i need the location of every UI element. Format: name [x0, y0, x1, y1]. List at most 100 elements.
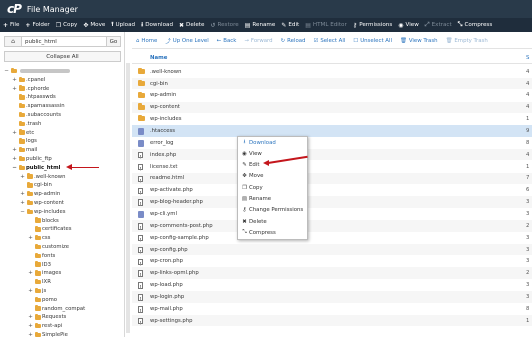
- file-row[interactable]: error_log 8: [132, 137, 532, 149]
- tree-item-fonts[interactable]: fonts: [28, 252, 55, 260]
- file-row[interactable]: .well-known 4: [132, 66, 532, 78]
- tree-item-trash[interactable]: .trash: [12, 120, 41, 128]
- tree-item-spamassassin[interactable]: .spamassassin: [12, 102, 65, 110]
- tree-item-cpanel[interactable]: + .cpanel: [12, 76, 45, 84]
- expander-icon[interactable]: +: [28, 314, 33, 320]
- column-header-size[interactable]: S: [526, 55, 529, 61]
- file-row[interactable]: wp-links-opml.php 2: [132, 267, 532, 279]
- toolbar-copy-button[interactable]: ❐ Copy: [53, 22, 81, 29]
- tree-item-wp-admin[interactable]: + wp-admin: [20, 190, 60, 198]
- toolbar-delete-button[interactable]: ✖ Delete: [176, 22, 207, 29]
- expander-icon[interactable]: +: [28, 332, 33, 337]
- nav-view-trash-button[interactable]: 🗑 View Trash: [396, 38, 442, 44]
- tree-item-htpasswds[interactable]: .htpasswds: [12, 93, 56, 101]
- tree-item-public-ftp[interactable]: + public_ftp: [12, 155, 52, 163]
- file-row[interactable]: wp-admin 4: [132, 90, 532, 102]
- file-row[interactable]: wp-cron.php 3: [132, 256, 532, 268]
- tree-item-wp-includes[interactable]: − wp-includes: [20, 208, 66, 216]
- path-input[interactable]: [22, 36, 107, 47]
- expander-icon[interactable]: −: [4, 68, 9, 74]
- nav-back-button[interactable]: ← Back: [213, 38, 241, 44]
- file-row[interactable]: wp-load.php 3: [132, 279, 532, 291]
- toolbar-html-editor-button[interactable]: ▤ HTML Editor: [302, 22, 350, 29]
- toolbar-move-button[interactable]: ✥ Move: [80, 22, 108, 29]
- file-row[interactable]: index.php 4: [132, 148, 532, 161]
- toolbar-permissions-button[interactable]: ⚷ Permissions: [350, 22, 396, 29]
- tree-item-images[interactable]: + images: [28, 269, 61, 277]
- toolbar-view-button[interactable]: ◉ View: [395, 22, 422, 29]
- tree-item-id3[interactable]: ID3: [28, 261, 51, 269]
- nav-home-button[interactable]: ⌂ Home: [132, 38, 161, 44]
- toolbar-file-button[interactable]: + File: [0, 22, 22, 29]
- tree-item-home[interactable]: −: [4, 67, 70, 75]
- file-row[interactable]: readme.html 7: [132, 172, 532, 185]
- tree-item-subaccounts[interactable]: .subaccounts: [12, 111, 61, 119]
- go-button[interactable]: Go: [107, 36, 121, 47]
- context-menu-copy[interactable]: ❐ Copy: [242, 183, 263, 192]
- expander-icon[interactable]: −: [12, 165, 17, 171]
- nav-up-one-level-button[interactable]: ⤴ Up One Level: [161, 37, 212, 45]
- left-panel-scrollbar[interactable]: [126, 63, 130, 333]
- tree-item-certificates[interactable]: certificates: [28, 225, 72, 233]
- context-menu-view[interactable]: ◉ View: [242, 149, 262, 158]
- context-menu-change-permissions[interactable]: ⚷ Change Permissions: [242, 206, 304, 215]
- tree-item-well-known[interactable]: + .well-known: [20, 173, 65, 181]
- tree-item-simplepie[interactable]: + SimplePie: [28, 331, 68, 337]
- nav-empty-trash-button[interactable]: 🗑 Empty Trash: [442, 38, 492, 44]
- collapse-all-button[interactable]: Collapse All: [4, 51, 121, 62]
- toolbar-restore-button[interactable]: ↺ Restore: [207, 22, 241, 29]
- file-row[interactable]: wp-config-sample.php 3: [132, 232, 532, 244]
- tree-item-css[interactable]: + css: [28, 234, 50, 242]
- file-row[interactable]: wp-settings.php 1: [132, 314, 532, 327]
- tree-item-customize[interactable]: customize: [28, 243, 69, 251]
- toolbar-extract-button[interactable]: ⤢ Extract: [422, 21, 455, 29]
- tree-item-random-compat[interactable]: random_compat: [28, 305, 85, 313]
- expander-icon[interactable]: +: [28, 235, 33, 241]
- toolbar-rename-button[interactable]: ▤ Rename: [242, 22, 279, 29]
- expander-icon[interactable]: +: [28, 270, 33, 276]
- file-row[interactable]: wp-includes 1: [132, 113, 532, 125]
- context-menu-delete[interactable]: ✖ Delete: [242, 217, 266, 226]
- expander-icon[interactable]: +: [12, 147, 17, 153]
- expander-icon[interactable]: −: [20, 209, 25, 215]
- file-row[interactable]: wp-content 4: [132, 101, 532, 114]
- tree-item-wp-content[interactable]: + wp-content: [20, 199, 64, 207]
- file-row[interactable]: wp-cli.yml 3: [132, 208, 532, 220]
- context-menu-move[interactable]: ✥ Move: [242, 172, 263, 181]
- file-row[interactable]: wp-mail.php 8: [132, 303, 532, 315]
- expander-icon[interactable]: +: [12, 77, 17, 83]
- column-header-name[interactable]: Name: [150, 55, 167, 61]
- context-menu-download[interactable]: ⭳ Download: [242, 138, 276, 147]
- expander-icon[interactable]: +: [28, 288, 33, 294]
- toolbar-edit-button[interactable]: ✎ Edit: [278, 22, 302, 29]
- nav-unselect-all-button[interactable]: ☐ Unselect All: [349, 38, 396, 44]
- file-row[interactable]: license.txt 1: [132, 161, 532, 173]
- context-menu-edit[interactable]: ✎ Edit: [242, 161, 259, 170]
- file-row[interactable]: .htaccess 9: [132, 125, 532, 137]
- file-row[interactable]: wp-comments-post.php 2: [132, 220, 532, 232]
- toolbar-compress-button[interactable]: ⤡ Compress: [455, 21, 496, 29]
- tree-item-rest-api[interactable]: + rest-api: [28, 322, 62, 330]
- tree-item-blocks[interactable]: blocks: [28, 217, 59, 225]
- tree-item-logs[interactable]: logs: [12, 137, 37, 145]
- nav-forward-button[interactable]: → Forward: [240, 38, 276, 44]
- file-row[interactable]: wp-activate.php 6: [132, 185, 532, 197]
- expander-icon[interactable]: +: [20, 191, 25, 197]
- tree-item-pomo[interactable]: pomo: [28, 296, 57, 304]
- tree-item-ixr[interactable]: IXR: [28, 278, 51, 286]
- tree-item-cgi-bin[interactable]: cgi-bin: [20, 181, 52, 189]
- toolbar-download-button[interactable]: ⭳ Download: [138, 20, 176, 30]
- nav-select-all-button[interactable]: ☑ Select All: [309, 38, 349, 44]
- tree-item-mail[interactable]: + mail: [12, 146, 37, 154]
- expander-icon[interactable]: +: [20, 174, 25, 180]
- expander-icon[interactable]: +: [20, 200, 25, 206]
- context-menu-compress[interactable]: ⤡ Compress: [242, 228, 275, 237]
- tree-item-public-html[interactable]: − public_html: [12, 164, 60, 172]
- nav-reload-button[interactable]: ↻ Reload: [277, 38, 310, 44]
- file-row[interactable]: wp-config.php 3: [132, 243, 532, 256]
- expander-icon[interactable]: +: [12, 130, 17, 136]
- toolbar-upload-button[interactable]: ⭱ Upload: [108, 20, 138, 30]
- expander-icon[interactable]: +: [12, 86, 17, 92]
- file-row[interactable]: cgi-bin 4: [132, 77, 532, 90]
- tree-item-requests[interactable]: + Requests: [28, 313, 66, 321]
